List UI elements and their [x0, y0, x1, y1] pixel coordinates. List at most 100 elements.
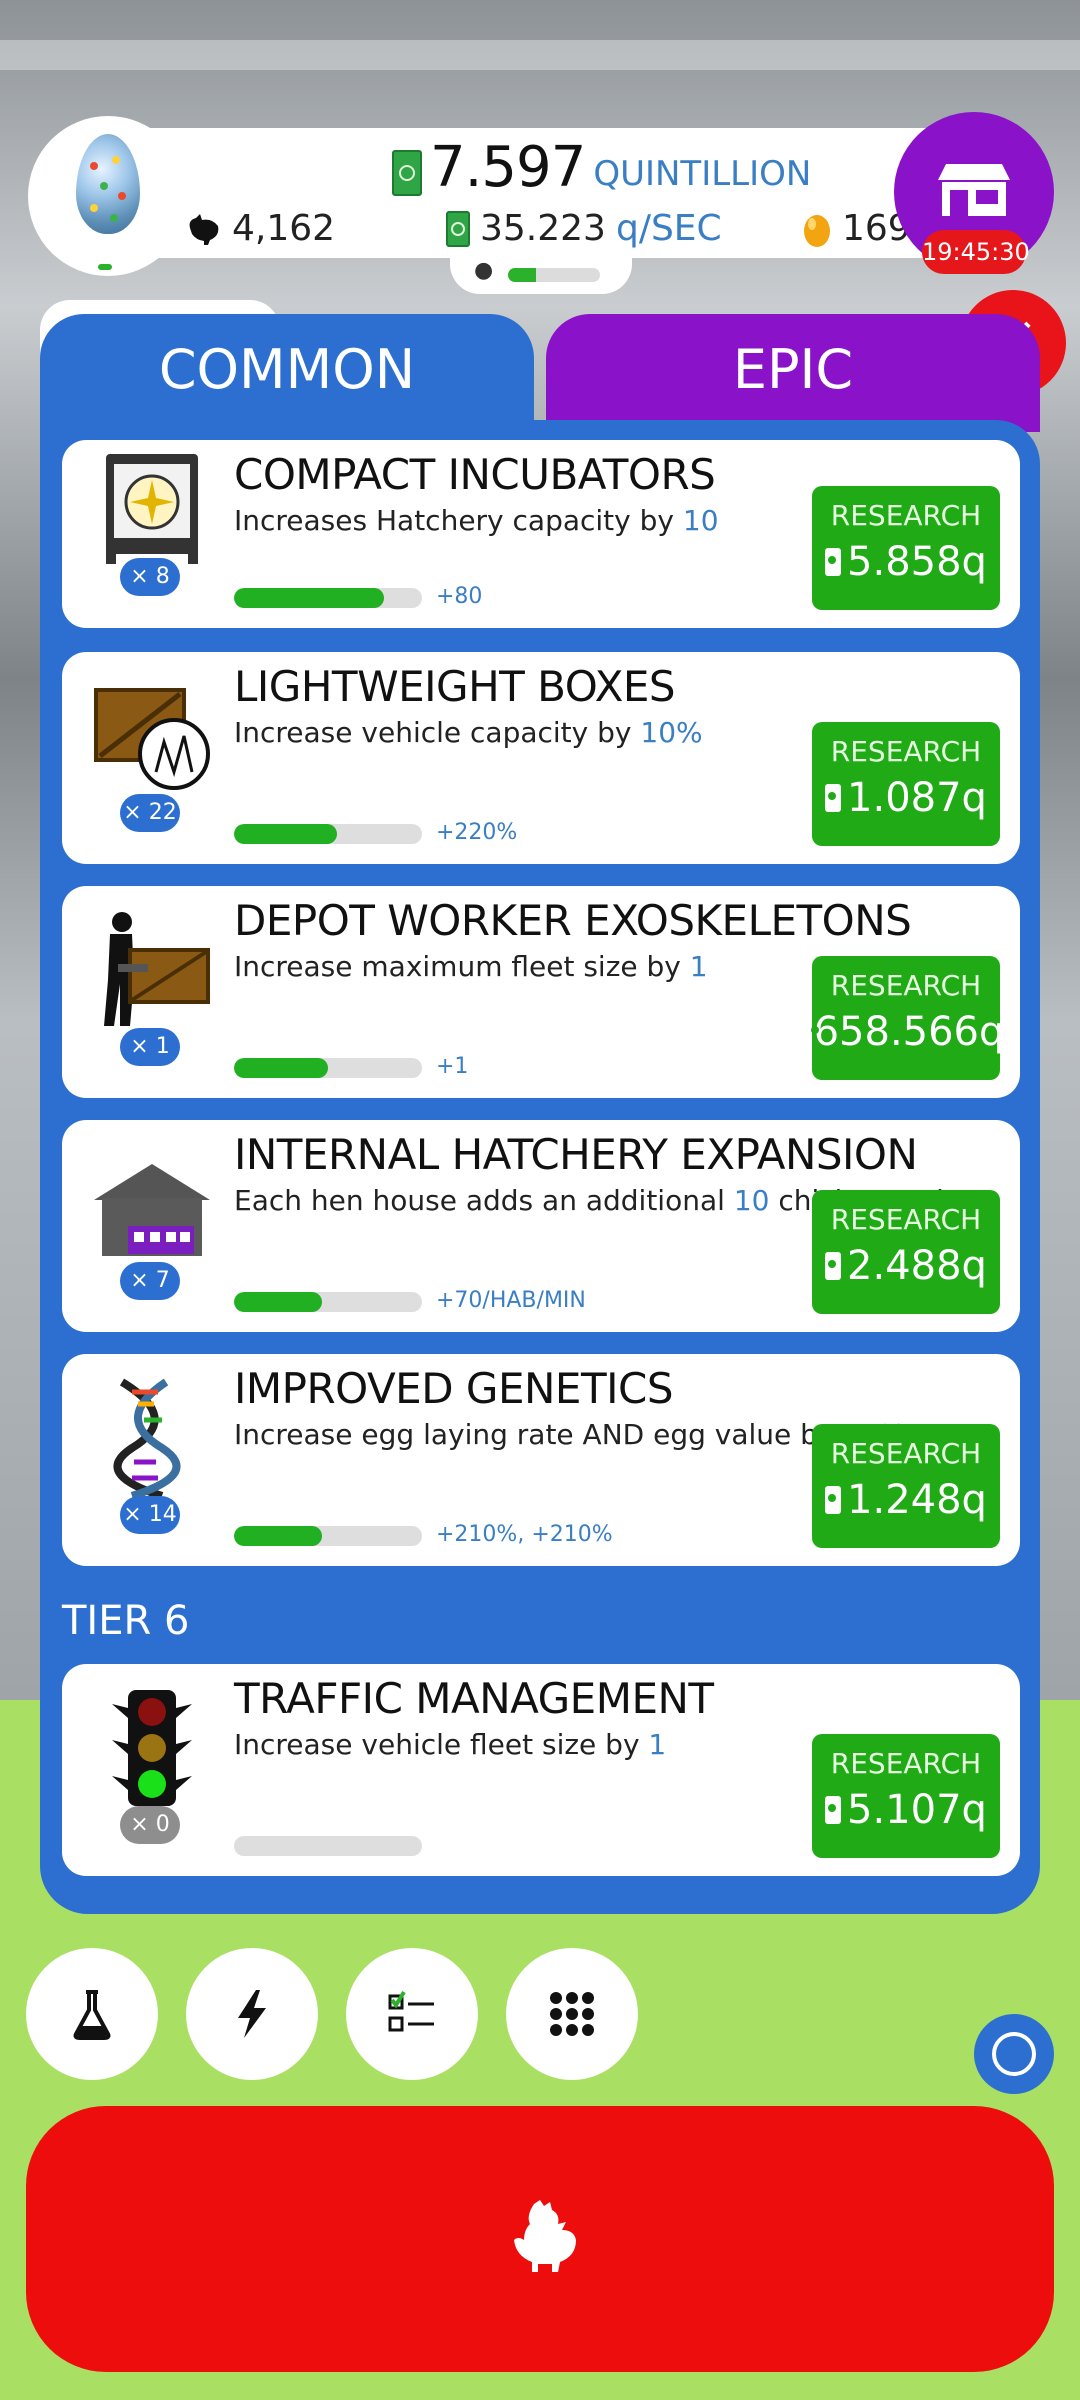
research-price: 1.087q [812, 772, 1000, 824]
chicken-icon [189, 213, 219, 245]
research-button-label: RESEARCH [830, 969, 982, 1002]
cash-display: 7.597 QUINTILLION [392, 140, 811, 196]
research-description: Increase egg laying rate AND egg value b… [234, 1418, 906, 1451]
cash-unit: QUINTILLION [593, 154, 812, 194]
research-level-badge: × 8 [120, 558, 180, 596]
golden-egg-count: 169 [802, 208, 911, 249]
cash-icon [825, 784, 842, 812]
description-value: 1 [689, 950, 708, 983]
research-level-badge: × 7 [120, 1262, 180, 1300]
rate-unit: q/SEC [615, 208, 722, 249]
hatch-chicken-button[interactable] [26, 2106, 1054, 2372]
shop-timer: 19:45:30 [922, 230, 1030, 274]
research-bonus: +220% [436, 820, 518, 845]
chicken-count-value: 4,162 [232, 208, 336, 249]
research-price: 5.107q [812, 1784, 1000, 1836]
cash-icon [825, 1486, 842, 1514]
research-level-badge: × 0 [120, 1806, 180, 1844]
research-progress-fill [234, 1526, 323, 1546]
research-button[interactable]: RESEARCH 1.087q [812, 722, 1000, 846]
habitat-progress: ● [450, 252, 632, 294]
boosts-button[interactable] [186, 1948, 318, 2080]
research-price-value: 1.087q [847, 775, 987, 821]
research-card: × 8 COMPACT INCUBATORS Increases Hatchery … [62, 440, 1020, 628]
research-progress-bar [234, 1058, 422, 1078]
research-title: DEPOT WORKER EXOSKELETONS [234, 896, 912, 945]
research-progress-fill [234, 1292, 323, 1312]
research-button-label: RESEARCH [830, 1437, 982, 1470]
description-text: Increase maximum fleet size by [234, 950, 690, 983]
grid-menu-icon [550, 1992, 594, 2036]
research-button[interactable]: RESEARCH 5.107q [812, 1734, 1000, 1858]
description-text: Each hen house adds an additional [234, 1184, 734, 1217]
research-button[interactable]: RESEARCH 658.566q [810, 956, 1004, 1080]
main-menu-button[interactable] [506, 1948, 638, 2080]
research-progress-bar [234, 1526, 422, 1546]
circle-icon [992, 2032, 1036, 2076]
research-progress-bar [234, 588, 422, 608]
description-text: Increase vehicle capacity by [234, 716, 641, 749]
research-progress-bar [234, 1292, 422, 1312]
description-text: Increase egg laying rate AND egg value b… [234, 1418, 844, 1451]
worker-icon [92, 910, 212, 1030]
hen-house-icon [92, 1144, 212, 1264]
research-bonus: +210%, +210% [436, 1522, 613, 1547]
description-value: 10% [640, 716, 703, 749]
tier-6-label: TIER 6 [62, 1598, 190, 1644]
egg-indicator [98, 264, 112, 270]
cash-icon [825, 548, 842, 576]
research-title: COMPACT INCUBATORS [234, 450, 716, 499]
incubator-icon [92, 446, 212, 566]
research-button[interactable]: RESEARCH 5.858q [812, 486, 1000, 610]
research-progress-fill [234, 1058, 328, 1078]
cash-amount: 7.597 [430, 135, 586, 200]
research-price-value: 1.248q [847, 1477, 987, 1523]
research-progress-fill [234, 824, 338, 844]
research-button[interactable]: RESEARCH 1.248q [812, 1424, 1000, 1548]
research-level-badge: × 14 [120, 1496, 180, 1534]
current-egg-button[interactable] [28, 116, 188, 276]
rate-amount: 35.223 [480, 208, 606, 249]
habitat-progress-bar [508, 268, 600, 282]
research-card: × 14 IMPROVED GENETICS Increase egg laying… [62, 1354, 1020, 1566]
box-scale-icon [92, 676, 212, 796]
research-button-label: RESEARCH [830, 1203, 982, 1236]
research-card: × 7 INTERNAL HATCHERY EXPANSION Each hen h… [62, 1120, 1020, 1332]
overlay-toggle-button[interactable] [974, 2014, 1054, 2094]
research-price-value: 5.858q [847, 539, 987, 585]
research-lab-button[interactable] [26, 1948, 158, 2080]
research-price: 2.488q [812, 1240, 1000, 1292]
research-price-value: 2.488q [847, 1243, 987, 1289]
missions-button[interactable] [346, 1948, 478, 2080]
cash-icon [825, 1796, 842, 1824]
cash-icon [825, 1252, 842, 1280]
research-description: Increase vehicle capacity by 10% [234, 716, 703, 749]
research-title: LIGHTWEIGHT BOXES [234, 662, 676, 711]
description-text: Increase vehicle fleet size by [234, 1728, 649, 1761]
cash-icon [446, 210, 470, 247]
tab-epic[interactable]: EPIC [546, 314, 1040, 432]
research-level-badge: × 22 [120, 794, 180, 832]
research-button[interactable]: RESEARCH 2.488q [812, 1190, 1000, 1314]
chicken-icon [514, 2200, 576, 2272]
checklist-icon [388, 1990, 434, 2032]
research-progress-bar [234, 1836, 422, 1856]
research-bonus: +80 [436, 584, 483, 609]
chick-icon: ● [474, 258, 494, 283]
research-description: Increase maximum fleet size by 1 [234, 950, 708, 983]
chicken-count: 4,162 [186, 208, 335, 249]
shop-icon [938, 164, 1010, 216]
egg-icon [76, 134, 140, 234]
research-button-label: RESEARCH [830, 499, 982, 532]
traffic-light-icon [92, 1688, 212, 1808]
description-value: 10 [682, 504, 719, 537]
earning-rate: 35.223 q/SEC [446, 208, 722, 249]
research-card: × 22 LIGHTWEIGHT BOXES Increase vehicle ca… [62, 652, 1020, 864]
lightning-icon [238, 1990, 266, 2038]
description-text: Increases Hatchery capacity by [234, 504, 683, 537]
research-title: IMPROVED GENETICS [234, 1364, 673, 1413]
research-price: 1.248q [812, 1474, 1000, 1526]
description-value: 10 [733, 1184, 770, 1217]
description-value: 1 [648, 1728, 667, 1761]
tab-common[interactable]: COMMON [40, 314, 534, 438]
